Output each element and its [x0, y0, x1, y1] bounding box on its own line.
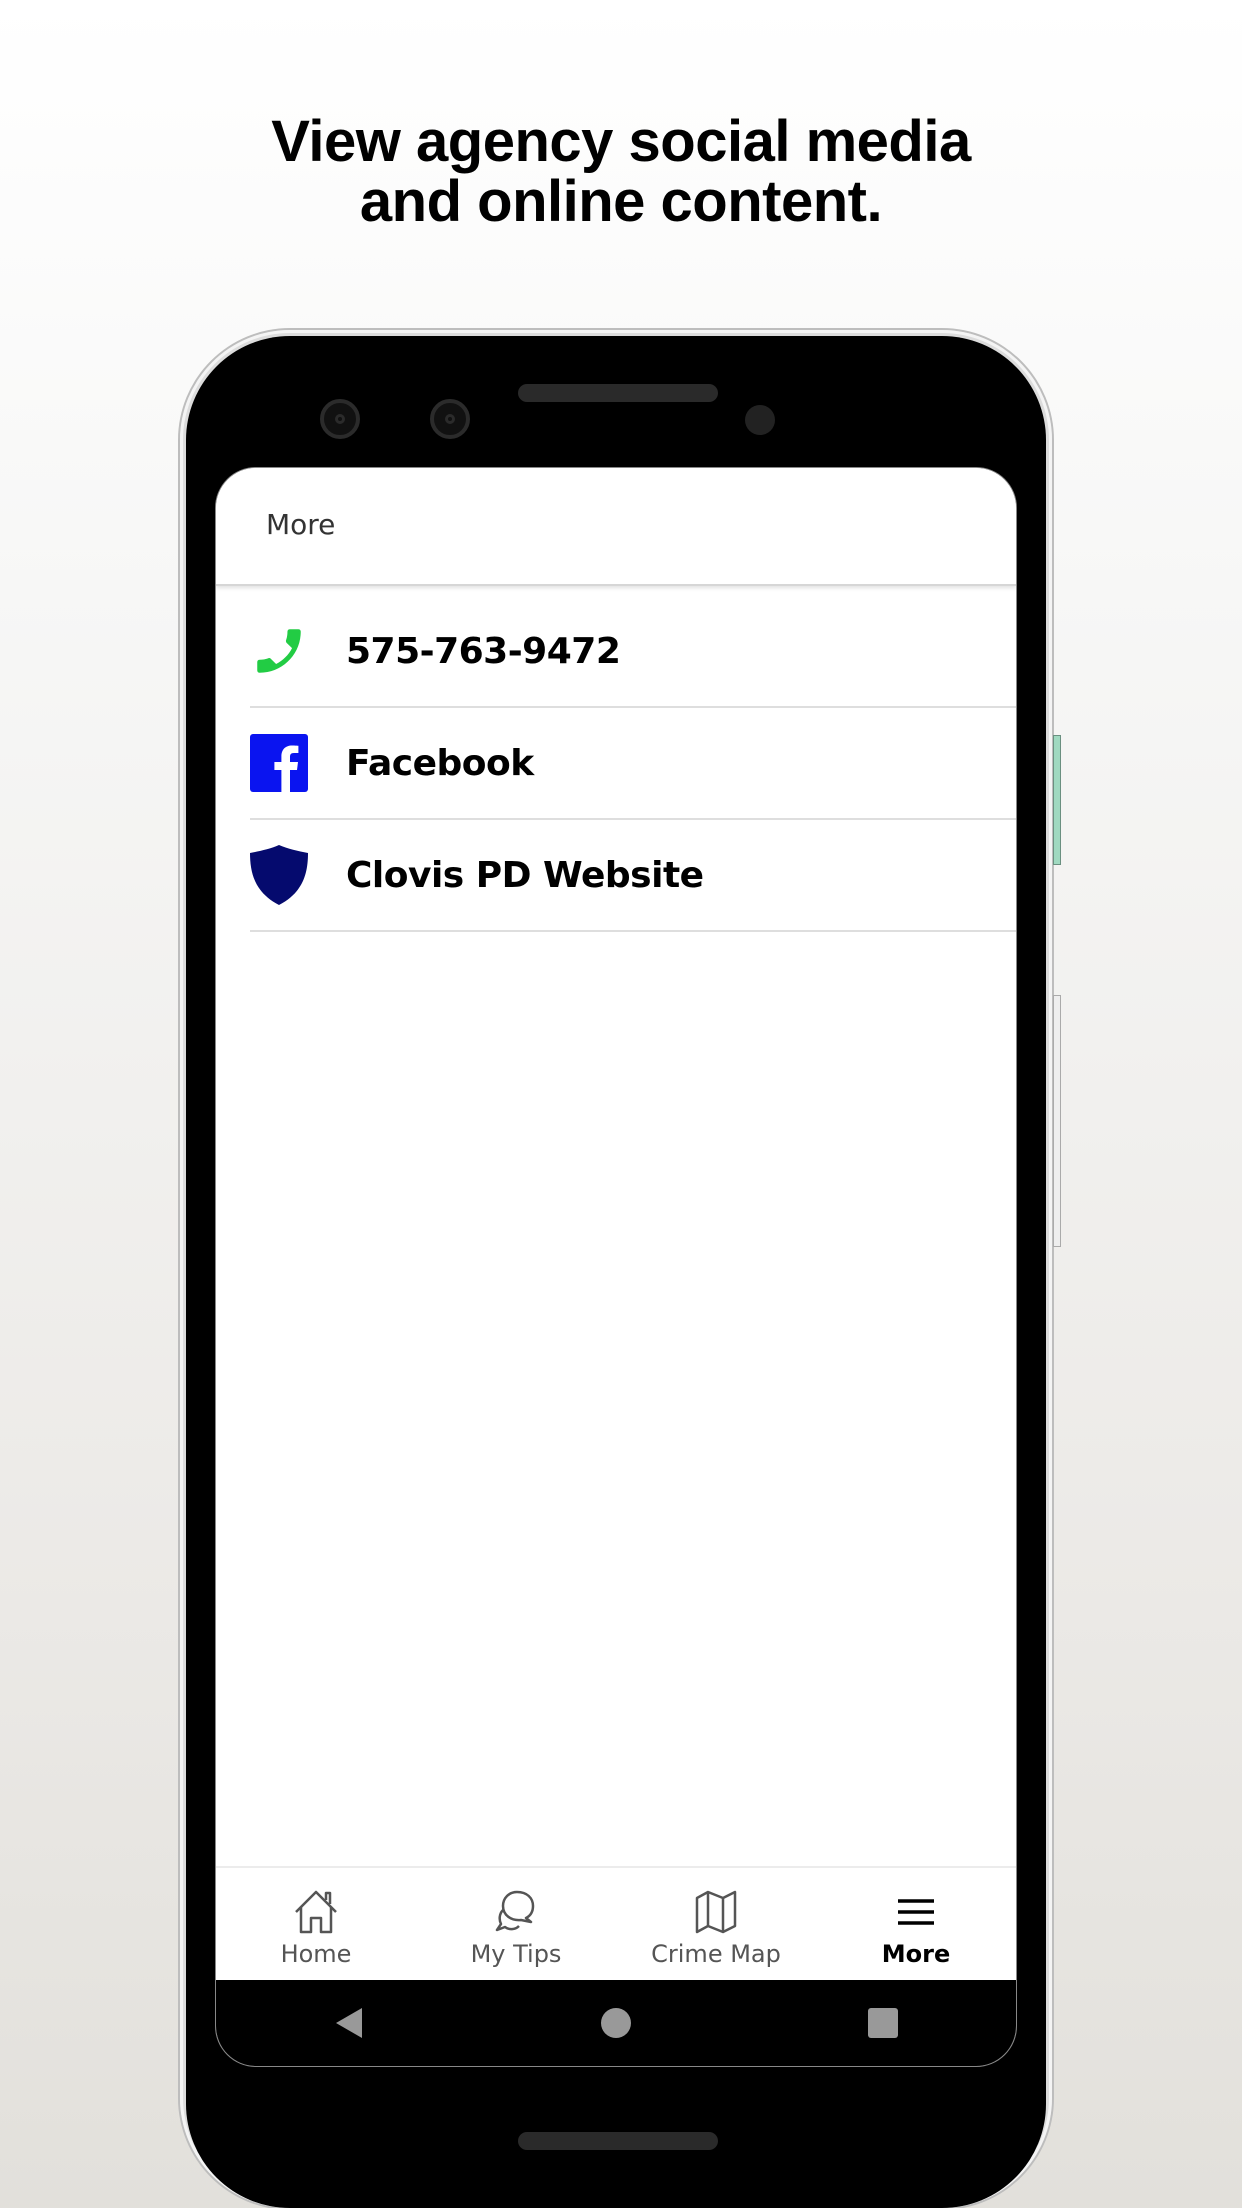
proximity-sensor — [745, 405, 775, 435]
front-camera-1 — [320, 399, 360, 439]
chat-bubbles-icon — [492, 1888, 540, 1936]
phone-number-label: 575-763-9472 — [346, 630, 621, 672]
facebook-icon — [250, 734, 308, 792]
shield-icon — [250, 845, 308, 905]
power-button — [1053, 735, 1061, 865]
bottom-speaker — [518, 2132, 718, 2150]
list-item-phone[interactable]: 575-763-9472 — [250, 596, 1016, 708]
tab-crime-map-label: Crime Map — [651, 1940, 781, 1968]
tab-home[interactable]: Home — [216, 1868, 416, 1982]
headline-line-2: and online content. — [359, 169, 883, 234]
facebook-label: Facebook — [346, 742, 534, 784]
volume-button — [1053, 995, 1061, 1247]
system-nav-bar — [216, 1980, 1016, 2066]
home-icon — [292, 1888, 340, 1936]
phone-screen: More 575-763-9472 Facebook Clovis PD Web… — [216, 468, 1016, 2066]
bottom-tab-bar: Home My Tips Crime Map More — [216, 1866, 1016, 1982]
list-item-facebook[interactable]: Facebook — [250, 708, 1016, 820]
menu-icon — [892, 1888, 940, 1936]
tab-my-tips[interactable]: My Tips — [416, 1868, 616, 1982]
tab-more-label: More — [881, 1940, 951, 1968]
website-label: Clovis PD Website — [346, 854, 704, 896]
front-camera-2 — [430, 399, 470, 439]
tab-my-tips-label: My Tips — [470, 1940, 562, 1968]
recents-icon[interactable] — [853, 1993, 913, 2053]
back-icon[interactable] — [319, 1993, 379, 2053]
tab-home-label: Home — [280, 1940, 352, 1968]
headline: View agency social media and online cont… — [0, 112, 1242, 232]
app-bar: More — [216, 468, 1016, 586]
more-list: 575-763-9472 Facebook Clovis PD Website — [250, 596, 1016, 932]
tab-more[interactable]: More — [816, 1868, 1016, 1982]
tab-crime-map[interactable]: Crime Map — [616, 1868, 816, 1982]
list-item-website[interactable]: Clovis PD Website — [250, 820, 1016, 932]
page-title: More — [266, 508, 336, 541]
phone-icon — [250, 622, 308, 680]
home-circle-icon[interactable] — [586, 1993, 646, 2053]
headline-line-1: View agency social media — [271, 109, 971, 174]
earpiece-speaker — [518, 384, 718, 402]
map-icon — [692, 1888, 740, 1936]
